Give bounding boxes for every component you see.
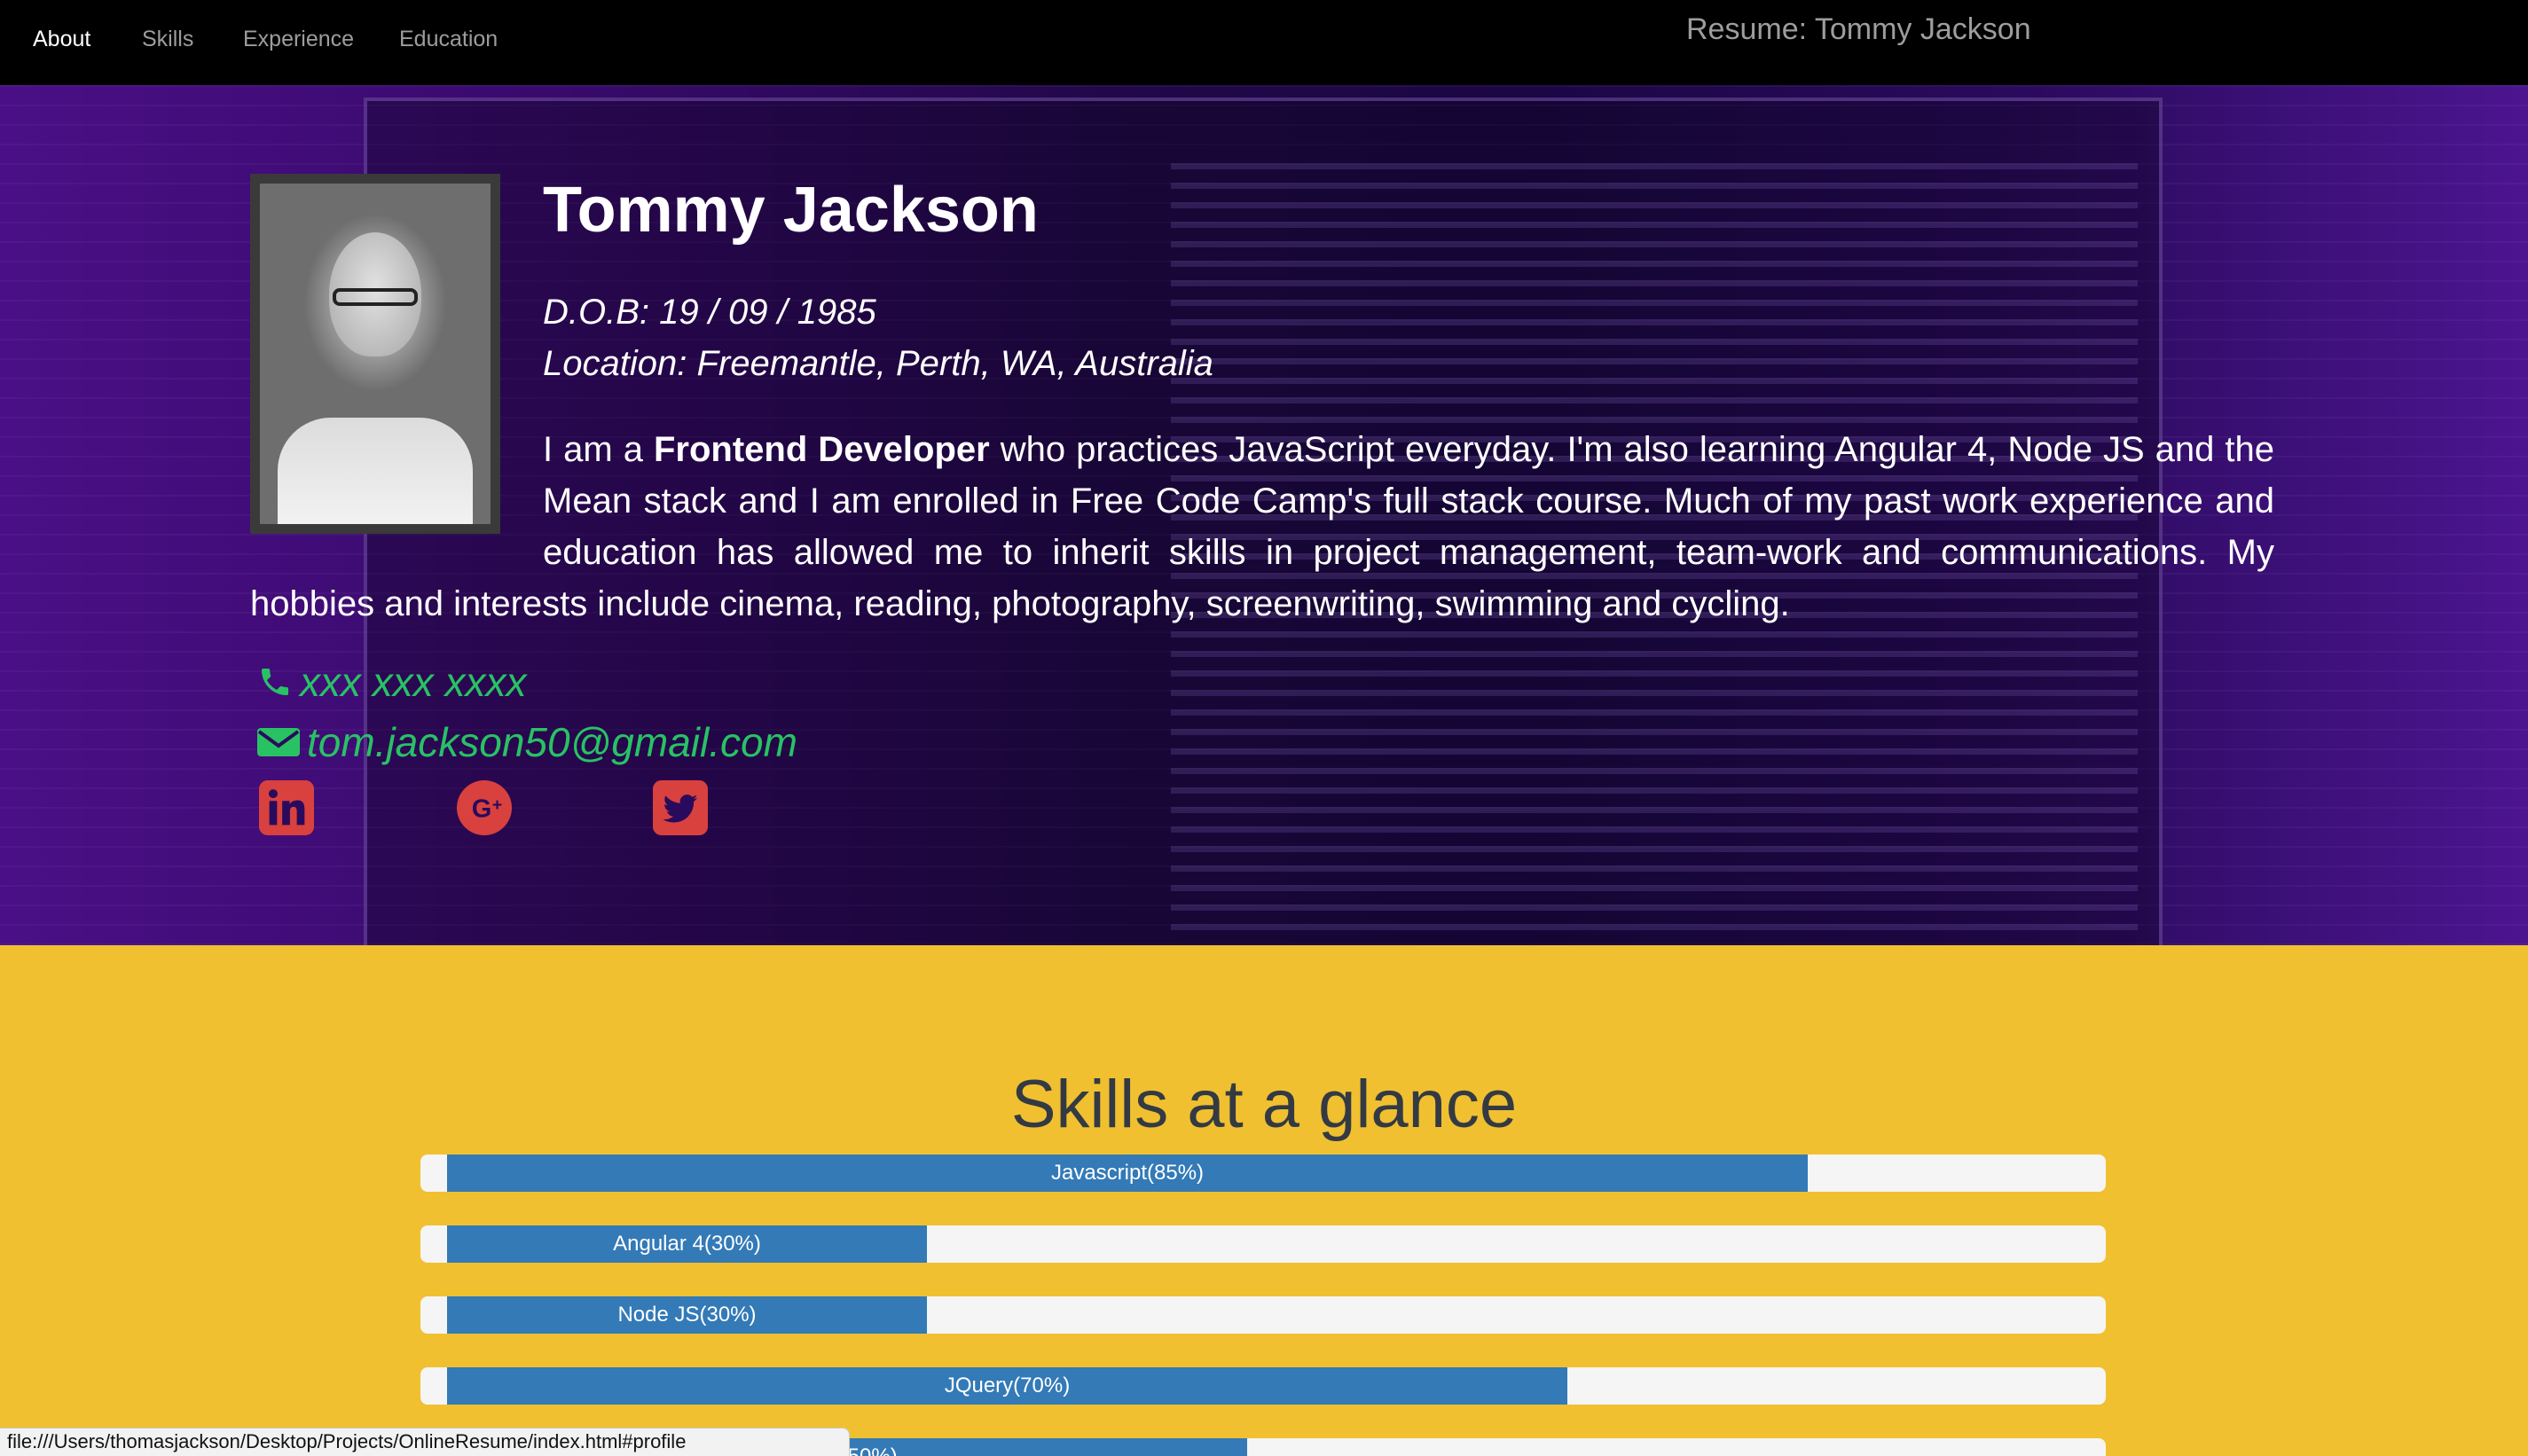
phone-icon (257, 661, 293, 709)
twitter-link[interactable] (653, 780, 708, 835)
nav-item-experience[interactable]: Experience (243, 27, 354, 52)
google-plus-icon: G + (457, 780, 512, 835)
profile-name: Tommy Jackson (543, 175, 1039, 246)
skill-bar-label: Node JS(30%) (617, 1303, 757, 1327)
skill-bar-label: Angular 4(30%) (613, 1232, 761, 1256)
email-contact: tom.jackson50@gmail.com (257, 718, 797, 770)
phone-number[interactable]: xxx xxx xxxx (300, 659, 527, 705)
svg-text:G: G (472, 795, 492, 824)
email-address[interactable]: tom.jackson50@gmail.com (307, 719, 797, 765)
skill-bar-fill: Node JS(30%) (447, 1296, 927, 1334)
skill-bar-track: Javascript(85%) (420, 1155, 2106, 1192)
skills-heading: Skills at a glance (1010, 1067, 1518, 1142)
page-title: Resume: Tommy Jackson (1686, 12, 2031, 46)
skill-bar-track: Angular 4(30%) (420, 1225, 2106, 1263)
skill-bar-track: JQuery(70%) (420, 1367, 2106, 1405)
twitter-icon (653, 780, 708, 835)
skill-bar-track: Node JS(30%) (420, 1296, 2106, 1334)
bio-prefix: I am a (543, 430, 654, 469)
phone-contact: xxx xxx xxxx (257, 658, 527, 709)
skill-bar-fill: Javascript(85%) (447, 1155, 1808, 1192)
profile-dob: D.O.B: 19 / 09 / 1985 (543, 293, 876, 332)
skill-bar-label: Javascript(85%) (1050, 1161, 1205, 1185)
bio-role: Frontend Developer (653, 430, 990, 469)
profile-bio: I am a Frontend Developer who practices … (250, 424, 2274, 630)
envelope-icon (257, 722, 300, 770)
skill-bar-fill: Angular 4(30%) (447, 1225, 927, 1263)
nav-item-education[interactable]: Education (399, 27, 498, 52)
skills-section: Skills at a glance Javascript(85%) Angula… (0, 945, 2528, 1456)
svg-text:+: + (492, 795, 502, 815)
skill-bar-fill: JQuery(70%) (447, 1367, 1567, 1405)
linkedin-link[interactable] (259, 780, 314, 835)
skill-bar-label: JQuery(70%) (944, 1374, 1071, 1397)
top-navbar: About Skills Experience Education Resume… (0, 0, 2528, 85)
nav-item-skills[interactable]: Skills (142, 27, 193, 52)
nav-item-about[interactable]: About (33, 27, 90, 52)
profile-location: Location: Freemantle, Perth, WA, Austral… (543, 344, 1213, 383)
linkedin-icon (259, 780, 314, 835)
google-plus-link[interactable]: G + (457, 780, 512, 835)
browser-status-bar-url: file:///Users/thomasjackson/Desktop/Proj… (0, 1428, 850, 1456)
